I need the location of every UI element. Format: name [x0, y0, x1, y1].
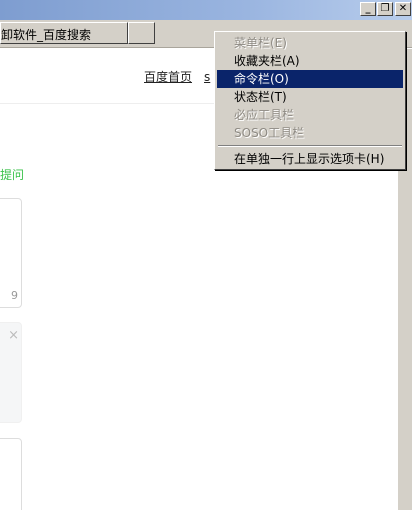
result-card-gray[interactable]: ×	[0, 322, 22, 423]
menu-item-bing-toolbar: 必应工具栏	[234, 108, 295, 122]
close-icon[interactable]: ×	[8, 328, 19, 343]
new-tab-button[interactable]	[128, 22, 155, 44]
ask-link[interactable]: 提问	[0, 166, 24, 183]
top-links: 百度首页 s	[144, 68, 222, 85]
minimize-button[interactable]: _	[360, 2, 376, 16]
link-s[interactable]: s	[204, 70, 210, 84]
menu-item-favorites-bar[interactable]: 收藏夹栏(A)	[217, 52, 403, 70]
menu-item-command-bar[interactable]: 命令栏(O)	[217, 70, 403, 88]
toolbar-context-menu: 菜单栏(E) 收藏夹栏(A) 命令栏(O) 状态栏(T) 必应工具栏 SOSO工…	[214, 31, 406, 170]
tab-baidu-search[interactable]: 卸软件_百度搜索	[0, 22, 128, 44]
card-number: 9	[11, 289, 18, 302]
link-baidu-home[interactable]: 百度首页	[144, 70, 192, 84]
close-button[interactable]: ✕	[395, 2, 411, 16]
title-bar: _ ❐ ✕	[0, 0, 412, 20]
menu-separator	[217, 142, 403, 150]
result-card[interactable]: 9	[0, 198, 22, 308]
tab-title: 卸软件_百度搜索	[1, 28, 92, 42]
restore-button[interactable]: ❐	[377, 2, 393, 16]
menu-item-soso-toolbar: SOSO工具栏	[234, 126, 305, 140]
menu-item-tabs-separate-row[interactable]: 在单独一行上显示选项卡(H)	[217, 150, 403, 168]
menu-item-menubar: 菜单栏(E)	[234, 36, 287, 50]
result-card[interactable]	[0, 438, 22, 510]
menu-item-status-bar[interactable]: 状态栏(T)	[217, 88, 403, 106]
